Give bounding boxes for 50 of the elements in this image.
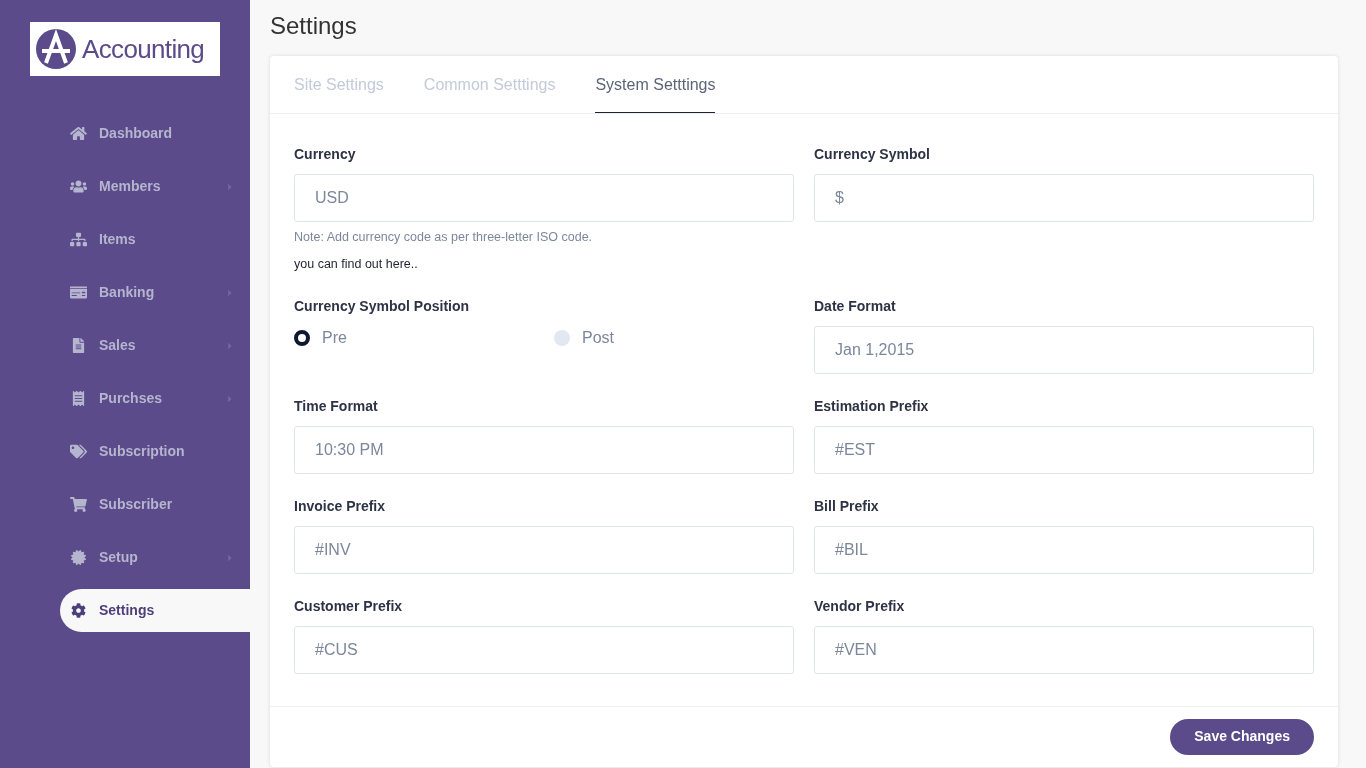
card-icon: [70, 285, 87, 300]
tab[interactable]: System Setttings: [595, 56, 716, 113]
radio-option[interactable]: Post: [554, 325, 794, 350]
radio-button[interactable]: [554, 329, 570, 346]
document-icon: [70, 338, 87, 353]
tags-icon: [70, 444, 87, 459]
field-label: Estimation Prefix: [814, 396, 930, 416]
field-label: Date Format: [814, 296, 897, 316]
sidebar-item[interactable]: Subscriber: [60, 483, 250, 526]
text-field[interactable]: #CUS: [294, 625, 794, 674]
help-text: you can find out here..: [294, 255, 419, 273]
sidebar-item[interactable]: Sales: [60, 324, 250, 367]
sidebar-item[interactable]: Items: [60, 218, 250, 261]
radio-option[interactable]: Pre: [294, 325, 534, 350]
text-field[interactable]: #INV: [294, 525, 794, 574]
text-field[interactable]: Jan 1,2015: [814, 325, 1314, 374]
sidebar-item[interactable]: Setup: [60, 536, 250, 579]
field-label: Time Format: [294, 396, 379, 416]
field-label: Currency: [294, 145, 357, 164]
text-field[interactable]: USD: [294, 174, 794, 222]
settings-icon: [70, 603, 87, 618]
sidebar-item[interactable]: Members: [60, 165, 250, 208]
field-label: Vendor Prefix: [814, 596, 906, 616]
note-text: Note: Add currency code as per three-letter ISO code.: [294, 229, 594, 246]
text-field[interactable]: #VEN: [814, 625, 1314, 674]
text-field[interactable]: #EST: [814, 425, 1314, 474]
sidebar-item[interactable]: Subscription: [60, 430, 250, 473]
sidebar-item[interactable]: Banking: [60, 271, 250, 314]
field-label: Bill Prefix: [814, 496, 880, 516]
hierarchy-icon: [70, 232, 87, 247]
cart-icon: [70, 497, 87, 512]
text-field[interactable]: #BIL: [814, 525, 1314, 574]
radio-button[interactable]: [294, 329, 310, 346]
save-button[interactable]: Save Changes: [1170, 718, 1314, 755]
users-icon: [70, 179, 87, 194]
field-label: Invoice Prefix: [294, 496, 387, 516]
field-label: Currency Symbol Position: [294, 296, 471, 316]
text-field[interactable]: 10:30 PM: [294, 425, 794, 474]
text-field[interactable]: $: [814, 174, 1314, 222]
receipt-icon: [70, 391, 87, 406]
badge-icon: [70, 550, 87, 565]
field-label: Currency Symbol: [814, 145, 931, 164]
sidebar-item[interactable]: Settings: [60, 589, 250, 632]
field-label: Customer Prefix: [294, 596, 404, 616]
page-title: Settings: [270, 12, 358, 40]
sidebar-item[interactable]: Purchses: [60, 377, 250, 420]
sidebar-item[interactable]: Dashboard: [60, 112, 250, 155]
logo-mark-icon: [34, 27, 78, 71]
home-icon: [70, 126, 87, 141]
logo-text: Accounting: [82, 32, 205, 66]
